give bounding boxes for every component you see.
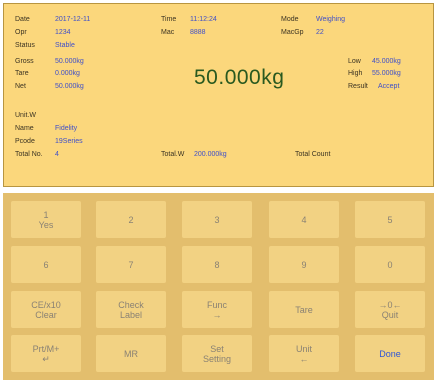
- key-4-label: 4: [301, 214, 307, 225]
- key-9[interactable]: 9: [269, 246, 339, 283]
- macgp-label: MacGp: [281, 29, 304, 36]
- done-label: Done: [379, 348, 401, 359]
- key-8-label: 8: [214, 259, 220, 270]
- gross-label: Gross: [15, 58, 34, 65]
- opr-value: 1234: [55, 29, 71, 36]
- tare-button[interactable]: Tare: [269, 291, 339, 328]
- arrow-left-icon: ←: [299, 353, 309, 364]
- opr-label: Opr: [15, 29, 27, 36]
- set-line1: Set: [210, 343, 224, 354]
- key-9-label: 9: [301, 259, 307, 270]
- pcode-value: 19Series: [55, 138, 83, 145]
- mode-value: Weighing: [316, 16, 346, 23]
- mr-label: MR: [124, 348, 138, 359]
- key-5[interactable]: 5: [355, 201, 425, 238]
- total-no-value: 4: [55, 151, 59, 158]
- date-label: Date: [15, 16, 30, 23]
- quit-line2: Quit: [381, 309, 399, 320]
- unitw-label: Unit.W: [15, 112, 36, 119]
- date-value: 2017-12-11: [55, 16, 91, 23]
- gross-value: 50.000kg: [55, 58, 84, 65]
- func-line1: Func: [206, 299, 227, 310]
- key-0-label: 0: [387, 259, 393, 270]
- key-2[interactable]: 2: [96, 201, 166, 238]
- weight-display: 50.000kg: [194, 66, 285, 89]
- low-value: 45.000kg: [372, 58, 401, 65]
- weighing-info-panel: Date 2017-12-11 Time 11:12:24 Mode Weigh…: [3, 3, 434, 187]
- time-label: Time: [161, 16, 177, 23]
- key-4[interactable]: 4: [269, 201, 339, 238]
- key-yes-label: Yes: [38, 219, 54, 230]
- key-7-label: 7: [128, 259, 134, 270]
- key-0[interactable]: 0: [355, 246, 425, 283]
- print-button[interactable]: Prt/M+ ↵: [11, 335, 81, 372]
- arrow-right-icon: →: [212, 309, 222, 320]
- check-line1: Check: [118, 299, 144, 310]
- unit-button[interactable]: Unit ←: [269, 335, 339, 372]
- tare-label: Tare: [15, 70, 29, 77]
- set-line2: Setting: [202, 353, 232, 364]
- check-label-button[interactable]: Check Label: [96, 291, 166, 328]
- print-line1: Prt/M+: [32, 343, 60, 354]
- name-label: Name: [15, 125, 34, 132]
- total-no-label: Total No.: [15, 151, 43, 158]
- key-6[interactable]: 6: [11, 246, 81, 283]
- unit-line1: Unit: [295, 343, 312, 354]
- status-label: Status: [15, 42, 35, 49]
- key-3-label: 3: [214, 214, 220, 225]
- result-label: Result: [348, 83, 368, 90]
- clear-button[interactable]: CE/x10 Clear: [11, 291, 81, 328]
- zero-icon: →0←: [378, 299, 402, 310]
- key-3[interactable]: 3: [182, 201, 252, 238]
- low-label: Low: [348, 58, 361, 65]
- setting-button[interactable]: Set Setting: [182, 335, 252, 372]
- mr-button[interactable]: MR: [96, 335, 166, 372]
- time-value: 11:12:24: [190, 16, 217, 23]
- net-label: Net: [15, 83, 26, 90]
- key-6-label: 6: [43, 259, 49, 270]
- done-button[interactable]: Done: [355, 335, 425, 372]
- high-label: High: [348, 70, 363, 77]
- total-weight-label: Total.W: [161, 151, 185, 158]
- macgp-value: 22: [316, 29, 324, 36]
- mode-label: Mode: [281, 16, 299, 23]
- net-value: 50.000kg: [55, 83, 84, 90]
- key-1-label: 1: [43, 209, 49, 220]
- pcode-label: Pcode: [15, 138, 35, 145]
- tare-key-label: Tare: [295, 304, 313, 315]
- keypad: 1 Yes 2 3 4 5 6 7 8 9 0 CE/x10 Clear Che…: [3, 193, 434, 380]
- clear-line1: CE/x10: [31, 299, 61, 310]
- key-5-label: 5: [387, 214, 393, 225]
- name-value: Fidelity: [55, 125, 78, 132]
- total-weight-value: 200.000kg: [194, 151, 227, 158]
- result-value: Accept: [378, 83, 400, 90]
- enter-icon: ↵: [42, 353, 50, 364]
- status-value: Stable: [55, 42, 75, 49]
- mac-label: Mac: [161, 29, 175, 36]
- zero-quit-button[interactable]: →0← Quit: [355, 291, 425, 328]
- key-8[interactable]: 8: [182, 246, 252, 283]
- mac-value: 8888: [190, 29, 206, 36]
- total-count-label: Total Count: [295, 151, 331, 158]
- high-value: 55.000kg: [372, 70, 401, 77]
- key-2-label: 2: [128, 214, 134, 225]
- clear-line2: Clear: [35, 309, 57, 320]
- key-7[interactable]: 7: [96, 246, 166, 283]
- key-1-yes[interactable]: 1 Yes: [11, 201, 81, 238]
- func-button[interactable]: Func →: [182, 291, 252, 328]
- check-line2: Label: [119, 309, 143, 320]
- tare-value: 0.000kg: [55, 70, 80, 77]
